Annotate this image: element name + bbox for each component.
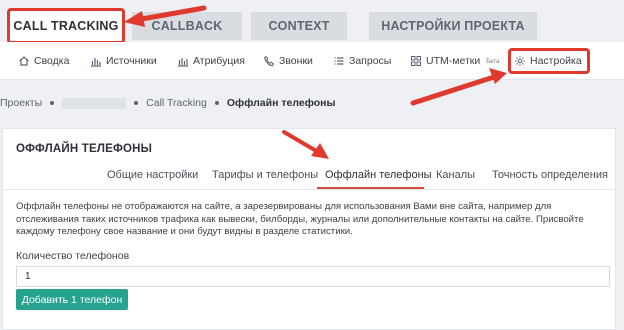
breadcrumb-separator [214,101,219,105]
nav-item-sources[interactable]: Источники [90,53,157,69]
nav-item-label: Звонки [279,55,313,67]
tab-tariffs-phones[interactable]: Тарифы и телефоны [212,169,318,181]
tab-context[interactable]: CONTEXT [251,12,347,40]
phones-count-label: Количество телефонов [16,250,130,262]
divider [3,189,615,190]
tab-accuracy[interactable]: Точность определения [492,169,608,181]
breadcrumb-call-tracking[interactable]: Call Tracking [146,97,207,109]
nav-item-summary[interactable]: Сводка [18,53,69,69]
breadcrumb-separator [134,101,139,105]
nav-item-settings[interactable]: Настройка [508,48,590,74]
gear-icon [515,56,525,66]
tab-project-settings[interactable]: НАСТРОЙКИ ПРОЕКТА [369,12,537,40]
offline-phones-card: ОФФЛАЙН ТЕЛЕФОНЫ Общие настройки Тарифы … [2,128,616,330]
grid-icon [411,56,421,66]
nav-item-calls[interactable]: Звонки [263,53,313,69]
section-nav: Сводка Источники Атрибуция Звонки Запрос… [0,42,624,80]
tab-callback[interactable]: CALLBACK [132,12,242,40]
nav-item-label: Запросы [349,55,392,67]
add-phone-button[interactable]: Добавить 1 телефон [16,289,128,310]
home-icon [19,56,29,66]
phone-icon [263,55,275,67]
tab-channels[interactable]: Каналы [436,169,475,181]
nav-item-label: UTM-метки [426,55,481,67]
tab-general-settings[interactable]: Общие настройки [107,169,198,181]
breadcrumb-project-name-redacted[interactable] [62,97,127,109]
breadcrumb-current: Оффлайн телефоны [226,97,336,109]
breadcrumb-projects[interactable]: Проекты [0,97,42,109]
nav-item-attribution[interactable]: Атрибуция [177,53,245,69]
nav-item-label: Сводка [34,55,70,67]
nav-item-label: Настройка [530,55,582,67]
nav-item-label: Атрибуция [193,55,245,67]
nav-item-utm[interactable]: UTM-метки Бета [410,53,499,69]
description-text: Оффлайн телефоны не отображаются на сайт… [16,201,584,238]
bar-chart-icon [91,58,101,67]
tab-call-tracking[interactable]: CALL TRACKING [7,8,125,44]
tab-offline-phones[interactable]: Оффлайн телефоны [325,169,432,181]
phones-count-input[interactable] [16,266,610,287]
breadcrumb: Проекты Call Tracking Оффлайн телефоны [0,95,335,111]
bar-chart-icon [178,58,188,67]
list-icon [334,57,344,65]
breadcrumb-separator [50,101,55,105]
beta-badge: Бета [486,59,500,65]
settings-tabs: Общие настройки Тарифы и телефоны Оффлай… [3,165,615,189]
product-tabs: CALL TRACKING CALLBACK CONTEXT НАСТРОЙКИ… [0,0,624,44]
nav-item-label: Источники [106,55,157,67]
nav-item-queries[interactable]: Запросы [333,53,391,69]
page-title: ОФФЛАЙН ТЕЛЕФОНЫ [16,143,153,155]
